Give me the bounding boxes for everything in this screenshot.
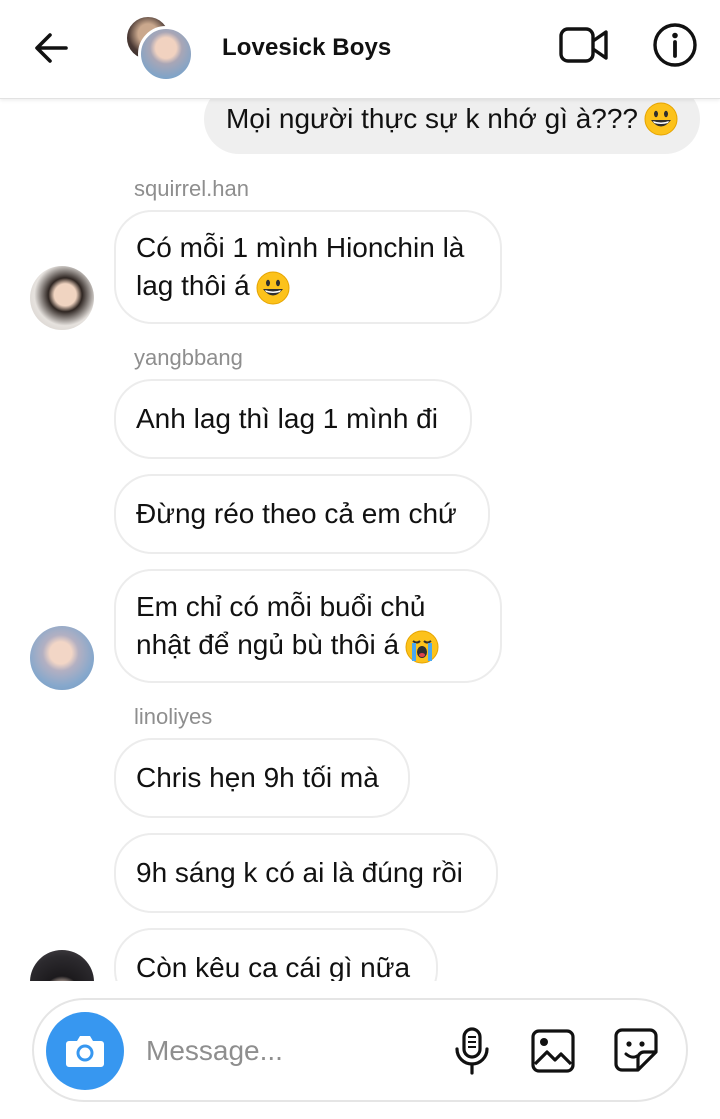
sender-name: yangbbang	[134, 345, 243, 370]
message-text: Còn kêu ca cái gì nữa	[136, 952, 411, 981]
message-text: Mọi người thực sự k nhớ gì à???	[225, 103, 638, 134]
sticker-icon	[614, 1028, 658, 1072]
incoming-message[interactable]: 9h sáng k có ai là đúng rồi	[114, 833, 498, 913]
message-input[interactable]	[144, 1028, 428, 1074]
video-camera-icon	[559, 27, 608, 63]
chat-header: Lovesick Boys	[0, 0, 720, 99]
incoming-message[interactable]: Em chỉ có mỗi buổi chủ nhật để ngủ bù th…	[114, 569, 502, 683]
message-line: nhật để ngủ bù thôi á	[136, 626, 439, 664]
member-avatar	[138, 26, 194, 82]
message-text: Có mỗi 1 mình Hionchin là lag thôi á	[136, 229, 464, 305]
outgoing-message[interactable]: Mọi người thực sự k nhớ gì à???	[203, 98, 700, 154]
group-avatar[interactable]	[124, 14, 194, 82]
incoming-message[interactable]: Anh lag thì lag 1 mình đi	[114, 379, 472, 459]
grinning-face-emoji	[256, 271, 290, 305]
microphone-icon	[455, 1027, 489, 1075]
message-line: lag thôi á	[136, 267, 464, 305]
info-button[interactable]	[652, 22, 698, 68]
incoming-message[interactable]: Chris hẹn 9h tối mà	[114, 738, 410, 818]
camera-button[interactable]	[46, 1012, 124, 1090]
info-icon	[653, 23, 697, 67]
message-text: Đừng réo theo cả em chứ	[136, 498, 457, 529]
message-text: Anh lag thì lag 1 mình đi	[136, 403, 438, 434]
sticker-button[interactable]	[612, 1026, 660, 1074]
message-composer	[32, 998, 688, 1102]
message-text: 9h sáng k có ai là đúng rồi	[136, 857, 463, 888]
chat-title[interactable]: Lovesick Boys	[222, 34, 391, 62]
arrow-left-icon	[35, 33, 68, 63]
voice-message-button[interactable]	[452, 1026, 492, 1076]
sender-avatar[interactable]	[30, 266, 94, 330]
sender-avatar[interactable]	[30, 950, 94, 981]
incoming-message[interactable]: Còn kêu ca cái gì nữa	[114, 928, 438, 981]
video-call-button[interactable]	[558, 24, 610, 66]
message-list[interactable]: Mọi người thực sự k nhớ gì à??? squirrel…	[0, 98, 720, 981]
message-line-text: nhật để ngủ bù thôi á	[136, 629, 400, 660]
loudly-crying-face-emoji	[405, 630, 439, 664]
gallery-button[interactable]	[530, 1028, 576, 1074]
message-text: Chris hẹn 9h tối mà	[136, 762, 379, 793]
camera-icon	[66, 1036, 104, 1067]
sender-avatar[interactable]	[30, 626, 94, 690]
message-text: Em chỉ có mỗi buổi chủ nhật để ngủ bù th…	[136, 588, 439, 664]
grinning-face-emoji	[644, 102, 678, 136]
message-line: Em chỉ có mỗi buổi chủ	[136, 591, 426, 622]
sender-name: squirrel.han	[134, 176, 249, 201]
incoming-message[interactable]: Có mỗi 1 mình Hionchin là lag thôi á	[114, 210, 502, 324]
image-icon	[531, 1029, 575, 1073]
back-button[interactable]	[30, 26, 74, 70]
message-line: Có mỗi 1 mình Hionchin là	[136, 232, 465, 263]
incoming-message[interactable]: Đừng réo theo cả em chứ	[114, 474, 490, 554]
message-line-text: lag thôi á	[136, 270, 250, 301]
sender-name: linoliyes	[134, 704, 213, 729]
